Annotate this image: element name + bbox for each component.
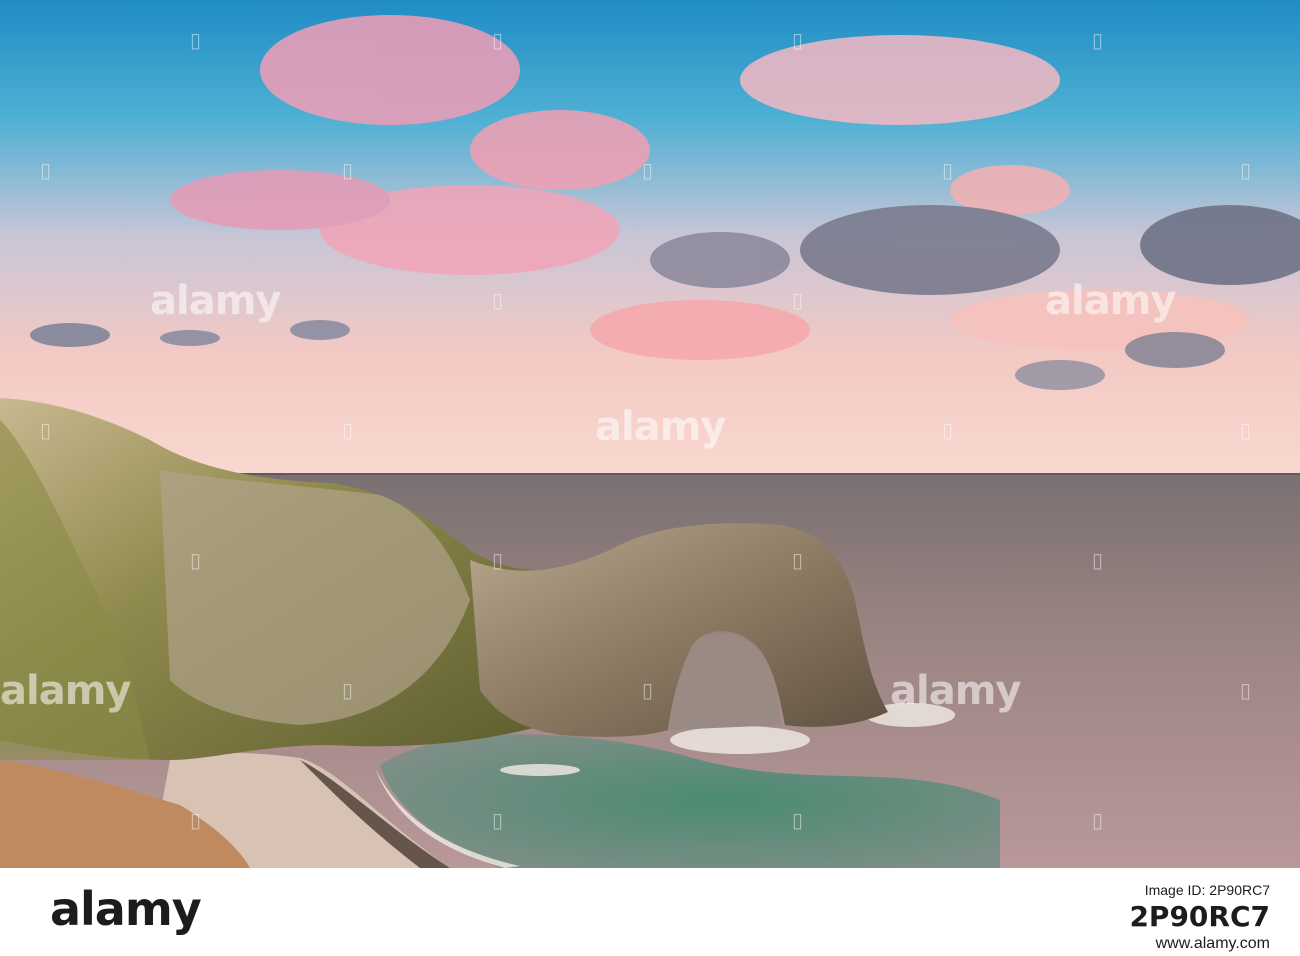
sky [0,0,1300,474]
photo: alamy alamy alamy alamy alamy ▯ ▯ ▯ ▯ ▯ … [0,0,1300,868]
image-id: 2P90RC7 [1129,900,1270,933]
image-info: Image ID: 2P90RC7 2P90RC7 www.alamy.com [1129,882,1270,953]
site-url[interactable]: www.alamy.com [1129,935,1270,953]
durdle-door-scene [0,0,1300,868]
image-id-label: Image ID: 2P90RC7 [1144,882,1270,898]
alamy-logo: alamy [50,882,202,936]
footer-bar: alamy Image ID: 2P90RC7 2P90RC7 www.alam… [0,868,1300,956]
